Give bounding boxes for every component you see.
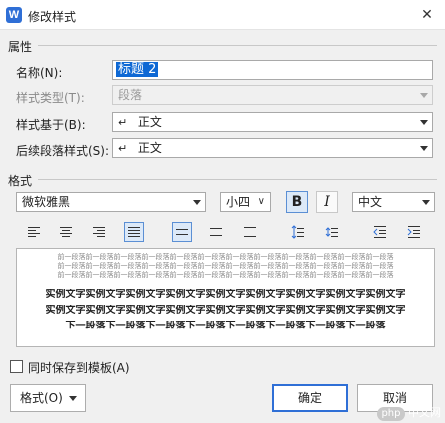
script-value: 中文 (358, 195, 383, 209)
watermark-badge: php (377, 407, 405, 421)
chevron-down-icon (193, 200, 201, 205)
properties-divider (38, 45, 437, 46)
paragraph-mark-icon: ↵ (118, 142, 128, 155)
preview-sample-text: 实例文字实例文字实例文字实例文字实例文字实例文字实例文字实例文字实例文字 (45, 289, 406, 300)
line-spacing-single-button[interactable] (172, 222, 192, 242)
chevron-down-icon: ∨ (257, 196, 265, 207)
format-section-label: 格式 (8, 174, 33, 188)
properties-section-label: 属性 (8, 40, 33, 54)
space-after-icon (325, 227, 338, 237)
decrease-indent-button[interactable] (370, 222, 390, 242)
justify-button[interactable] (124, 222, 144, 242)
paragraph-mark-icon: ↵ (118, 116, 128, 129)
increase-indent-icon (407, 226, 420, 238)
save-to-template-label[interactable]: 同时保存到模板(A) (28, 359, 130, 376)
chevron-down-icon (69, 396, 77, 401)
based-on-select[interactable]: ↵ 正文 (112, 112, 433, 132)
line-spacing-double-icon (244, 227, 256, 237)
decrease-indent-icon (373, 226, 386, 238)
chevron-down-icon (422, 200, 430, 205)
increase-indent-button[interactable] (404, 222, 424, 242)
watermark: php 中文网 (377, 404, 441, 421)
following-style-label: 后续段落样式(S): (16, 144, 110, 158)
preview-previous-paragraph: 前一段落前一段落前一段落前一段落前一段落前一段落前一段落前一段落前一段落前一段落… (57, 271, 394, 279)
align-right-button[interactable] (89, 222, 109, 242)
space-before-icon (291, 225, 304, 239)
name-input[interactable]: 标题 2 (112, 60, 433, 80)
format-menu-button[interactable]: 格式(O) (10, 384, 86, 412)
bold-button[interactable]: B (286, 191, 308, 213)
preview-sample-text: 实例文字实例文字实例文字实例文字实例文字实例文字实例文字实例文字实例文字 (45, 305, 406, 316)
close-icon[interactable]: ✕ (417, 5, 437, 25)
line-spacing-single-icon (176, 229, 188, 235)
font-select[interactable]: 微软雅黑 (16, 192, 206, 212)
window-title: 修改样式 (28, 10, 77, 24)
following-style-value: 正文 (137, 141, 162, 155)
save-to-template-checkbox[interactable] (10, 360, 23, 373)
italic-button[interactable]: I (316, 191, 338, 213)
chevron-down-icon (420, 120, 428, 125)
align-left-icon (28, 227, 40, 237)
chevron-down-icon (420, 93, 428, 98)
name-label: 名称(N): (16, 66, 63, 80)
align-center-button[interactable] (56, 222, 76, 242)
format-divider (38, 179, 437, 180)
style-type-select: 段落 (112, 85, 433, 105)
line-spacing-onehalf-button[interactable] (206, 222, 226, 242)
style-preview: 前一段落前一段落前一段落前一段落前一段落前一段落前一段落前一段落前一段落前一段落… (16, 248, 435, 347)
line-spacing-double-button[interactable] (240, 222, 260, 242)
name-value: 标题 2 (116, 62, 159, 77)
font-size-select[interactable]: 小四 ∨ (220, 192, 271, 212)
align-right-icon (93, 227, 105, 237)
font-size-value: 小四 (226, 195, 251, 209)
format-menu-label: 格式(O) (20, 391, 63, 405)
preview-next-paragraph: 下一段落下一段落下一段落下一段落下一段落下一段落下一段落下一段落 (65, 321, 386, 332)
align-left-button[interactable] (24, 222, 44, 242)
based-on-value: 正文 (137, 115, 162, 129)
line-spacing-onehalf-icon (210, 228, 222, 236)
font-value: 微软雅黑 (22, 195, 71, 209)
chevron-down-icon (420, 146, 428, 151)
wps-logo-icon: W (6, 7, 22, 23)
ok-button[interactable]: 确定 (272, 384, 348, 412)
align-center-icon (60, 227, 72, 237)
style-type-value: 段落 (118, 88, 143, 102)
based-on-label: 样式基于(B): (16, 118, 86, 132)
preview-previous-paragraph: 前一段落前一段落前一段落前一段落前一段落前一段落前一段落前一段落前一段落前一段落… (57, 253, 394, 261)
script-select[interactable]: 中文 (352, 192, 435, 212)
space-after-button[interactable] (322, 222, 342, 242)
justify-icon (128, 227, 140, 237)
style-type-label: 样式类型(T): (16, 91, 85, 105)
preview-previous-paragraph: 前一段落前一段落前一段落前一段落前一段落前一段落前一段落前一段落前一段落前一段落… (57, 262, 394, 270)
title-bar: W 修改样式 ✕ (0, 0, 445, 30)
watermark-text: 中文网 (408, 406, 441, 419)
following-style-select[interactable]: ↵ 正文 (112, 138, 433, 158)
space-before-button[interactable] (288, 222, 308, 242)
